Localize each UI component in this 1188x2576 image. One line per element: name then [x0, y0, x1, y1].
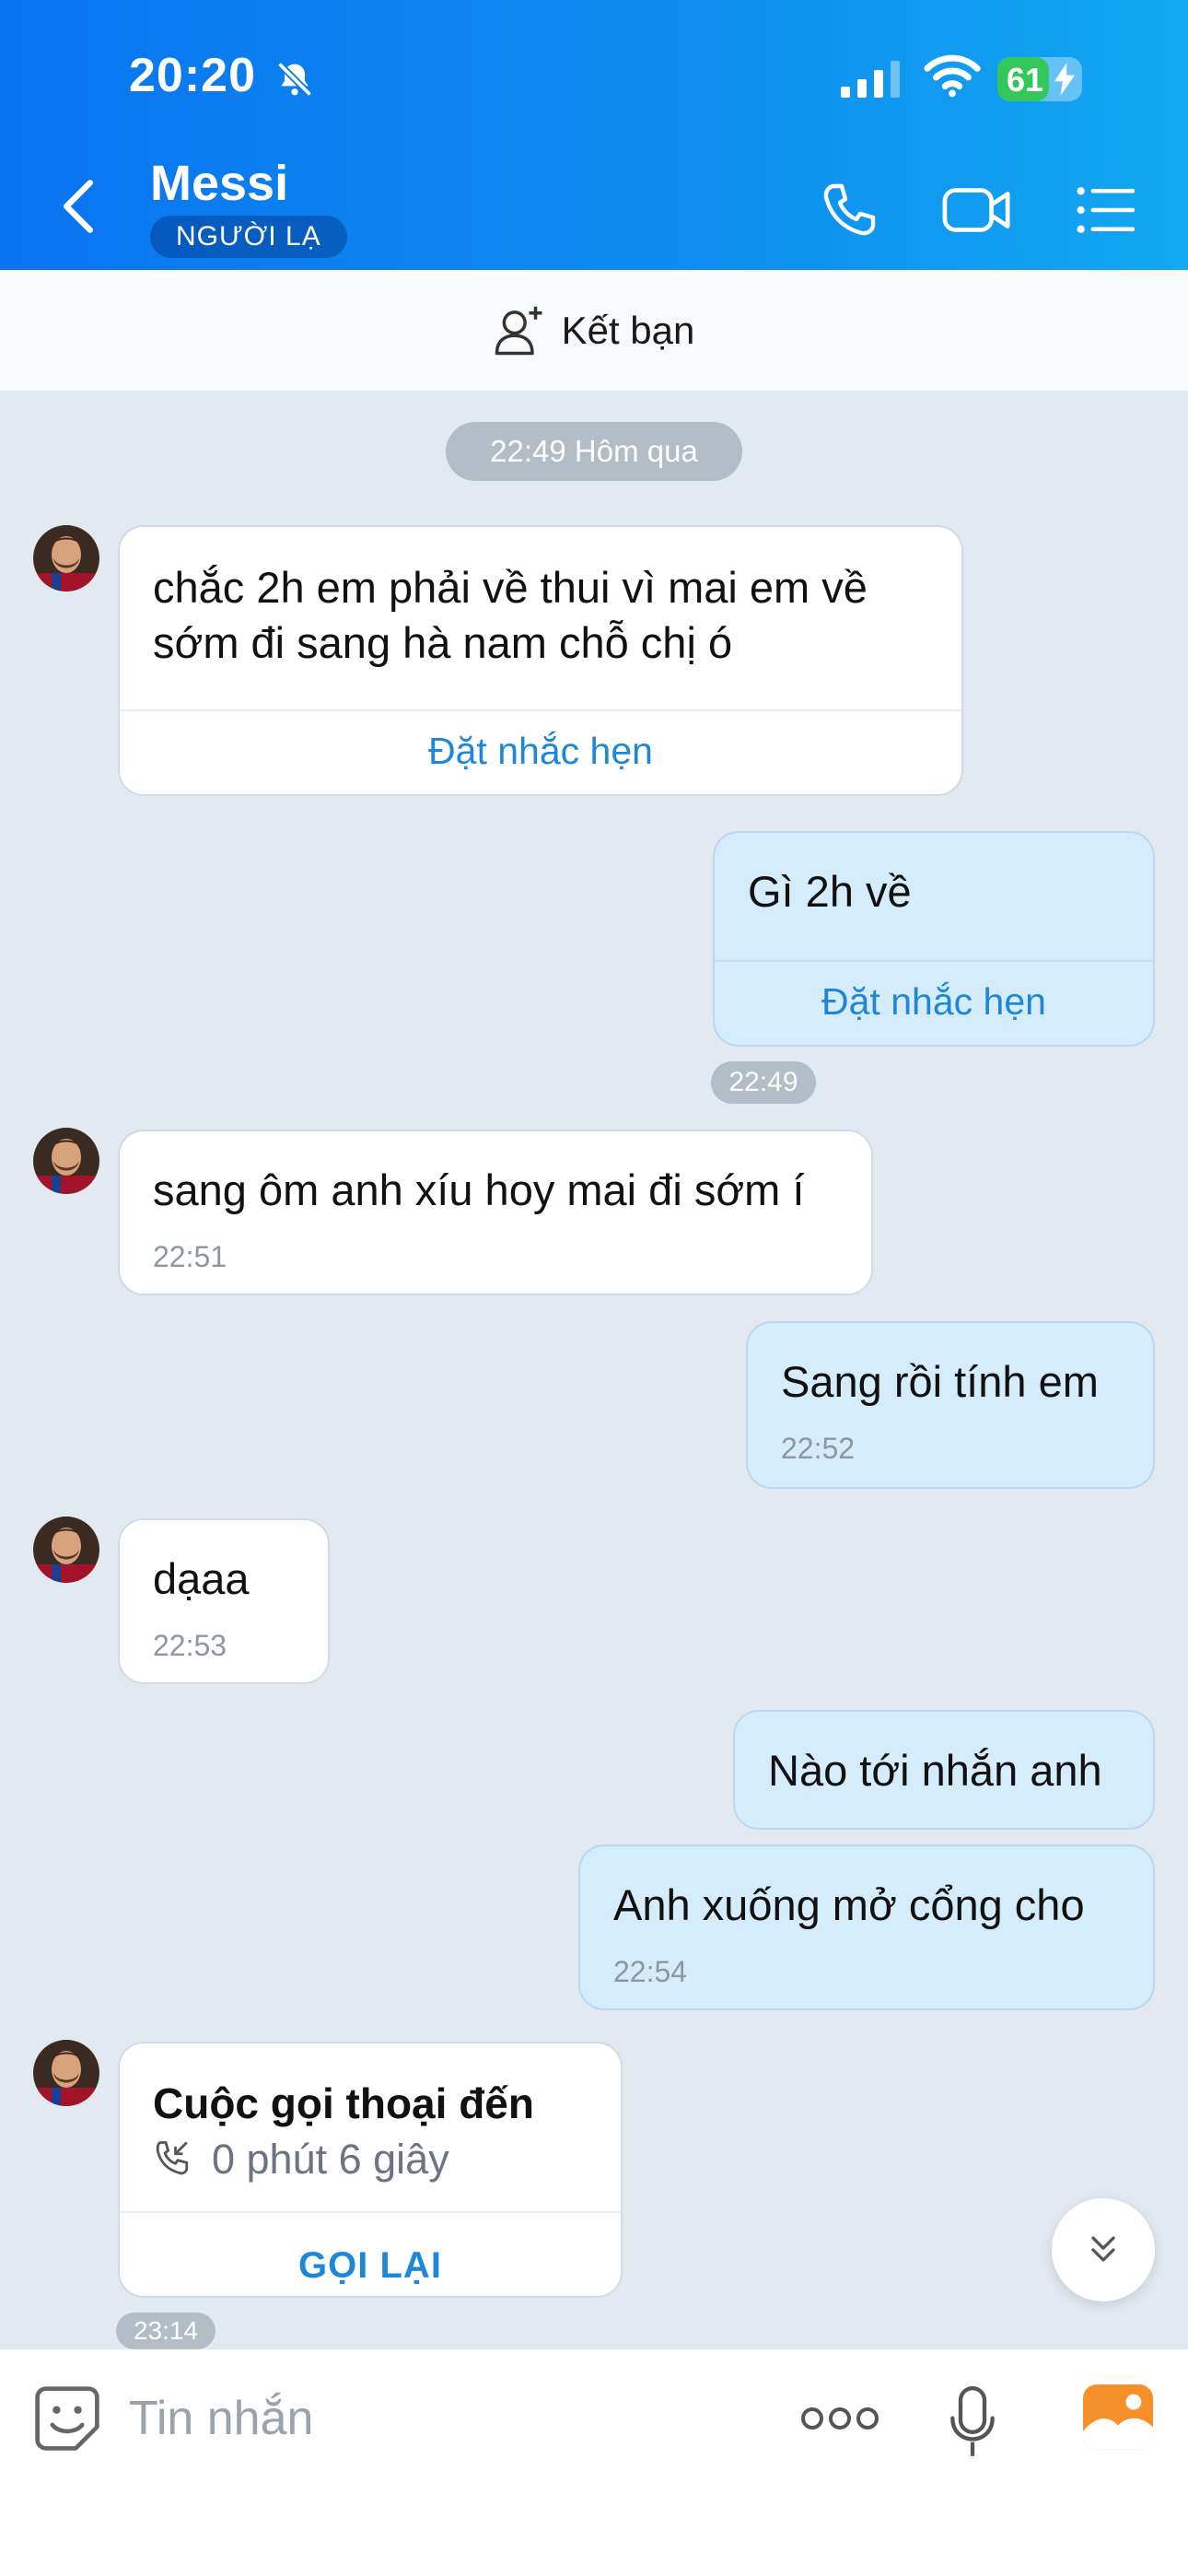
divider — [715, 960, 1153, 962]
signal-icon — [841, 61, 900, 98]
contact-name[interactable]: Messi — [150, 155, 288, 212]
message-bubble[interactable]: Anh xuống mở cổng cho 22:54 — [578, 1844, 1155, 2010]
avatar[interactable] — [33, 525, 99, 591]
battery-level: 61 — [1007, 61, 1044, 99]
microphone-icon[interactable] — [949, 2386, 996, 2458]
status-time: 20:20 — [129, 49, 256, 102]
message-bubble[interactable]: Sang rồi tính em 22:52 — [746, 1321, 1155, 1489]
scroll-to-bottom-button[interactable] — [1052, 2198, 1155, 2301]
message-text: chắc 2h em phải về thui vì mai em về — [153, 563, 868, 612]
bell-slash-icon — [276, 61, 313, 98]
wifi-icon — [924, 54, 981, 98]
phone-icon[interactable] — [820, 181, 879, 240]
video-camera-icon[interactable] — [941, 184, 1013, 236]
incoming-call-icon — [156, 2141, 189, 2175]
message-text: Nào tới nhắn anh — [768, 1746, 1102, 1795]
chat-header: 20:20 61 Messi NGƯỜI LẠ — [0, 0, 1188, 270]
chevron-left-icon[interactable] — [57, 177, 99, 236]
call-card[interactable]: Cuộc gọi thoại đến 0 phút 6 giây GỌI LẠI — [118, 2042, 623, 2298]
set-reminder-button[interactable]: Đặt nhắc hẹn — [120, 730, 961, 773]
message-bubble[interactable]: Gì 2h về Đặt nhắc hẹn — [713, 831, 1155, 1047]
call-back-button[interactable]: GỌI LẠI — [120, 2220, 621, 2296]
message-input[interactable] — [129, 2377, 774, 2460]
sticker-icon[interactable] — [33, 2384, 101, 2453]
image-icon[interactable] — [1083, 2384, 1153, 2451]
message-bubble[interactable]: chắc 2h em phải về thui vì mai em về sớm… — [118, 525, 963, 796]
user-plus-icon — [495, 306, 542, 355]
set-reminder-button[interactable]: Đặt nhắc hẹn — [715, 980, 1153, 1024]
divider — [120, 2211, 621, 2213]
avatar[interactable] — [33, 1128, 99, 1194]
message-text: Anh xuống mở cổng cho — [613, 1880, 1085, 1929]
divider — [120, 709, 961, 711]
more-dots-icon[interactable] — [801, 2405, 879, 2432]
message-time: 22:53 — [153, 1629, 227, 1662]
list-menu-icon[interactable] — [1076, 184, 1135, 236]
message-time: 22:54 — [613, 1955, 688, 1988]
message-time: 23:14 — [116, 2313, 215, 2349]
message-time: 22:51 — [153, 1240, 227, 1273]
message-text: Sang rồi tính em — [781, 1357, 1099, 1406]
message-time: 22:52 — [781, 1432, 856, 1465]
battery-indicator: 61 — [997, 57, 1082, 101]
message-bubble[interactable]: dạaa 22:53 — [118, 1518, 330, 1684]
double-chevron-down-icon — [1091, 2236, 1115, 2262]
message-text: sang ôm anh xíu hoy mai đi sớm í — [153, 1165, 805, 1214]
message-text: sớm đi sang hà nam chỗ chị ó — [153, 618, 733, 667]
avatar[interactable] — [33, 1516, 99, 1583]
message-text: Gì 2h về — [748, 867, 912, 916]
add-friend-label: Kết bạn — [561, 308, 695, 352]
message-bubble[interactable]: sang ôm anh xíu hoy mai đi sớm í 22:51 — [118, 1130, 873, 1295]
avatar[interactable] — [33, 2040, 99, 2106]
charging-bolt-icon — [1054, 63, 1075, 96]
stranger-badge: NGƯỜI LẠ — [150, 216, 347, 258]
call-title: Cuộc gọi thoại đến — [153, 2079, 534, 2127]
add-friend-button[interactable]: Kết bạn — [0, 270, 1188, 391]
message-text: dạaa — [153, 1554, 250, 1603]
composer-bar — [0, 2349, 1188, 2576]
date-separator: 22:49 Hôm qua — [446, 422, 742, 481]
call-duration: 0 phút 6 giây — [212, 2136, 449, 2183]
message-bubble[interactable]: Nào tới nhắn anh — [733, 1710, 1155, 1830]
message-time: 22:49 — [711, 1061, 816, 1104]
